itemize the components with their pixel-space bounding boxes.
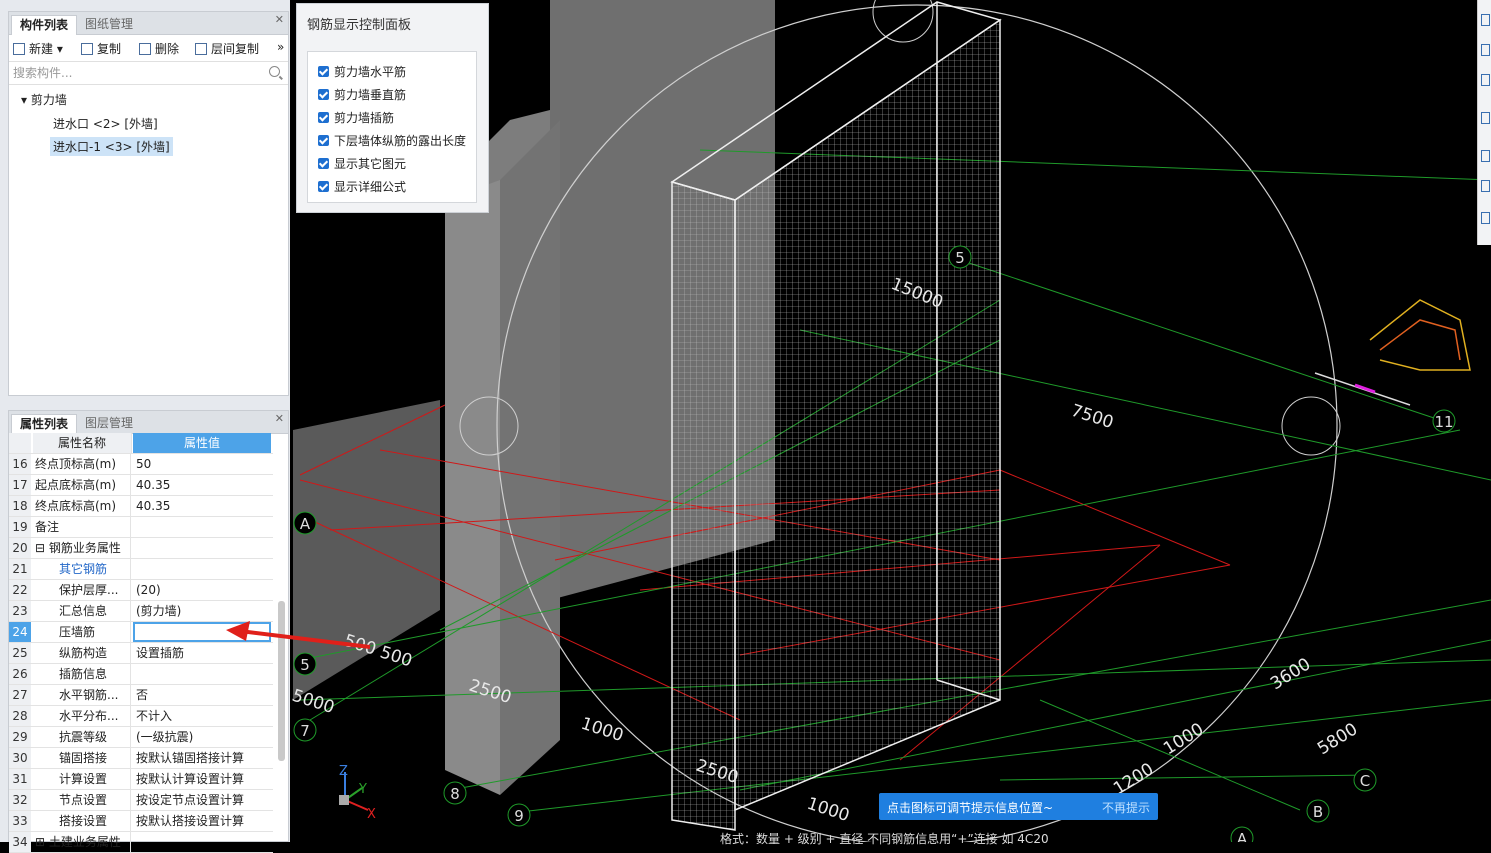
triad-x: X — [367, 807, 376, 822]
status-hint: 格式：数量 + 级别 + 直径 不同钢筋信息用“+”连接 如 4C20 — [720, 832, 1049, 846]
option-checkbox[interactable]: 显示详细公式 — [318, 178, 406, 195]
right-view-toolbar — [1477, 0, 1491, 245]
option-checkbox[interactable]: 剪力墙水平筋 — [318, 63, 406, 80]
dim-label: 1000 — [1160, 719, 1207, 759]
control-options: 剪力墙水平筋 剪力墙垂直筋 剪力墙插筋 下层墙体纵筋的露出长度 显示其它图元 显… — [307, 51, 477, 203]
viewport-3d[interactable]: 15000 7500 500 500 2500 1000 2500 1000 3… — [0, 0, 1491, 842]
dim-label: 1000 — [804, 794, 851, 826]
checkbox-checked-icon[interactable] — [318, 181, 329, 192]
axis-label: 5 — [955, 249, 965, 267]
rebar-mesh-side — [671, 181, 736, 831]
rebar-display-control-panel: 钢筋显示控制面板 剪力墙水平筋 剪力墙垂直筋 剪力墙插筋 下层墙体纵筋的露出长度… — [296, 3, 489, 213]
dim-label: 1000 — [578, 714, 625, 746]
option-checkbox[interactable]: 显示其它图元 — [318, 155, 406, 172]
option-checkbox[interactable]: 下层墙体纵筋的露出长度 — [318, 132, 466, 149]
checkbox-checked-icon[interactable] — [318, 89, 329, 100]
dim-label: 7500 — [1068, 401, 1115, 433]
axis-label: 7 — [300, 722, 310, 740]
axis-label: 8 — [450, 785, 460, 803]
dim-label: 5000 — [289, 686, 336, 718]
axis-label: 9 — [514, 807, 524, 825]
checkbox-checked-icon[interactable] — [318, 158, 329, 169]
view-icon[interactable] — [1481, 180, 1490, 192]
view-icon[interactable] — [1481, 74, 1490, 86]
dim-label: 3600 — [1267, 654, 1314, 694]
checkbox-checked-icon[interactable] — [318, 135, 329, 146]
hint-tooltip: 点击图标可调节提示信息位置~ 不再提示 — [879, 793, 1158, 820]
triad-z: Z — [339, 764, 348, 779]
view-icon[interactable] — [1481, 150, 1490, 162]
axis-label: B — [1313, 803, 1323, 821]
view-icon[interactable] — [1481, 44, 1490, 56]
distant-rebar-object — [1314, 299, 1471, 406]
small-circle-right — [1281, 396, 1341, 456]
dim-label: 5800 — [1314, 719, 1361, 759]
axis-triad: Z Y X — [339, 764, 376, 822]
view-icon[interactable] — [1481, 212, 1490, 224]
dont-show-again-link[interactable]: 不再提示 — [1102, 799, 1150, 816]
checkbox-checked-icon[interactable] — [318, 112, 329, 123]
view-icon[interactable] — [1481, 14, 1490, 26]
control-panel-title: 钢筋显示控制面板 — [307, 18, 412, 33]
axis-label: 11 — [1434, 413, 1453, 431]
checkbox-checked-icon[interactable] — [318, 66, 329, 77]
axis-label: C — [1360, 772, 1370, 790]
hint-text: 点击图标可调节提示信息位置~ — [887, 801, 1054, 815]
option-checkbox[interactable]: 剪力墙插筋 — [318, 109, 394, 126]
option-checkbox[interactable]: 剪力墙垂直筋 — [318, 86, 406, 103]
triad-y: Y — [358, 782, 367, 797]
axis-label: A — [300, 515, 311, 533]
axis-label: A — [1237, 830, 1248, 842]
axis-label: 5 — [300, 656, 310, 674]
view-icon[interactable] — [1481, 112, 1490, 124]
